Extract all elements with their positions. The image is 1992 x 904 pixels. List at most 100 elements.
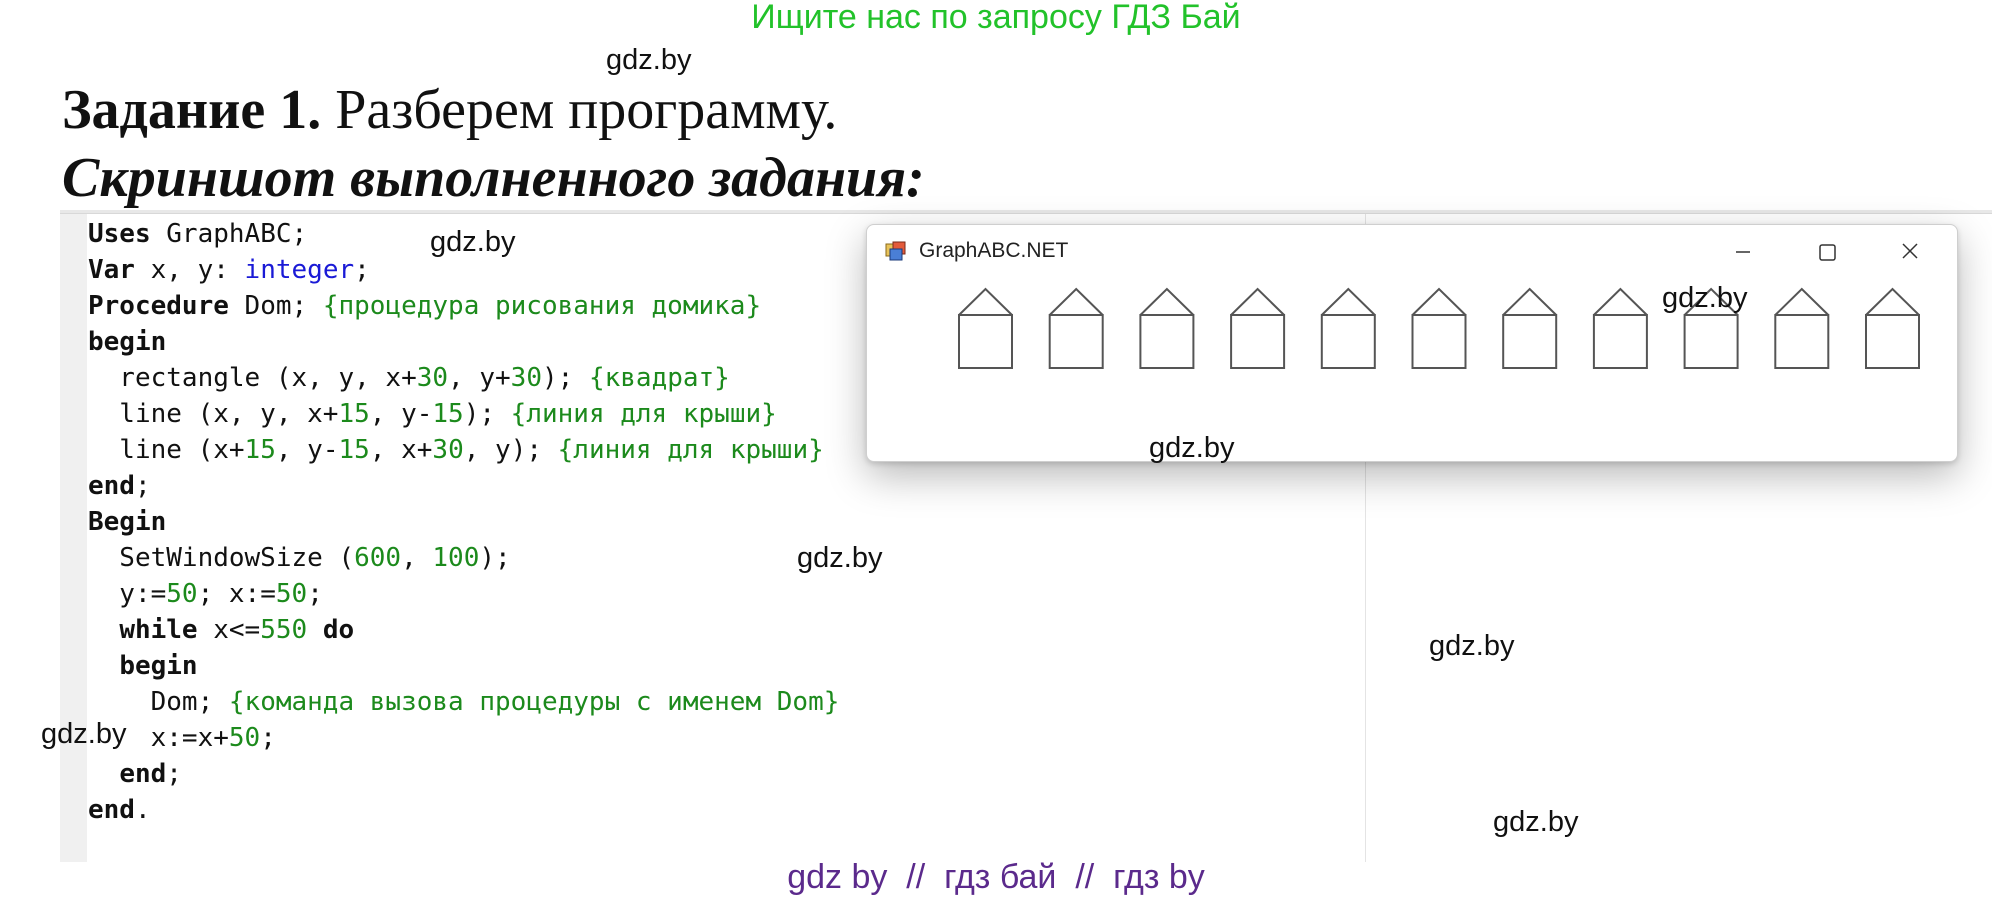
code-token: . <box>134 795 151 825</box>
code-token: , y); <box>463 435 558 465</box>
code-token: {квадрат} <box>588 363 730 393</box>
code-token: 30 <box>510 363 542 393</box>
code-token: ; <box>307 579 323 609</box>
code-token: , y+ <box>448 363 511 393</box>
code-token: x, y: <box>134 255 245 285</box>
code-token: {процедура рисования домика} <box>322 291 762 321</box>
task-number: Задание 1. <box>62 79 322 141</box>
house-drawing <box>1502 287 1558 369</box>
code-token: 15 <box>338 399 370 429</box>
code-token: end <box>119 759 167 789</box>
code-token: ; <box>134 471 151 501</box>
code-token: {линия для крыши} <box>557 435 824 465</box>
code-token: , y- <box>369 399 433 429</box>
code-listing[interactable]: Uses GraphABC; Var x, y: integer; Procedur… <box>88 216 839 828</box>
footer-watermark: gdz by // гдз бай // гдз by <box>787 858 1205 896</box>
code-line: begin <box>88 324 839 360</box>
code-token: Begin <box>88 507 167 537</box>
code-token: do <box>322 615 355 645</box>
code-line: rectangle (x, y, x+30, y+30); {квадрат} <box>88 360 839 396</box>
code-token: 50 <box>166 579 198 609</box>
code-token: x<= <box>197 615 261 645</box>
watermark: gdz.by <box>1662 282 1748 314</box>
house-drawing <box>1411 287 1467 369</box>
code-token: ); <box>479 543 511 573</box>
code-token: , <box>401 543 433 573</box>
code-line: line (x, y, x+15, y-15); {линия для крыш… <box>88 396 839 432</box>
drawing-canvas <box>958 287 1920 369</box>
close-icon[interactable] <box>1890 237 1930 267</box>
house-drawing <box>1320 287 1376 369</box>
code-token: 30 <box>416 363 449 393</box>
house-drawing <box>1048 287 1104 369</box>
code-token: Dom; <box>88 687 229 717</box>
house-drawing <box>1774 287 1830 369</box>
code-token: , x+ <box>369 435 433 465</box>
house-drawing <box>1865 287 1920 369</box>
app-icon <box>885 241 906 261</box>
code-token: rectangle (x, y, x+ <box>88 363 417 393</box>
code-token: ; <box>166 759 182 789</box>
code-token: 50 <box>228 723 261 753</box>
code-token: ; <box>354 255 370 285</box>
code-line: y:=50; x:=50; <box>88 576 839 612</box>
code-token: y:= <box>88 579 167 609</box>
code-line: Begin <box>88 504 839 540</box>
code-line: SetWindowSize (600, 100); <box>88 540 839 576</box>
code-token: {команда вызова процедуры с именем Dom} <box>228 687 840 717</box>
house-drawing <box>1139 287 1195 369</box>
code-token: end <box>88 471 135 501</box>
task-text: Разберем программу. <box>321 79 838 141</box>
code-line: x:=x+50; <box>88 720 839 756</box>
code-token: integer <box>244 255 355 285</box>
code-token: Uses <box>88 219 151 249</box>
watermark: gdz.by <box>606 44 692 76</box>
code-token: {линия для крыши} <box>510 399 777 429</box>
code-line: end. <box>88 792 839 828</box>
graphabc-window[interactable]: GraphABC.NET <box>866 224 1958 462</box>
code-line: Dom; {команда вызова процедуры с именем … <box>88 684 840 720</box>
code-token: begin <box>119 651 198 681</box>
code-line: while x<=550 do <box>88 612 839 648</box>
code-token: SetWindowSize ( <box>88 543 355 573</box>
house-drawing <box>1592 287 1648 369</box>
minimize-icon[interactable] <box>1723 237 1763 267</box>
code-token: 30 <box>432 435 464 465</box>
task-heading: Задание 1. Разберем программу. <box>62 78 837 142</box>
code-token: line (x+ <box>88 435 245 465</box>
code-token: ; <box>260 723 276 753</box>
code-line: begin <box>88 648 839 684</box>
code-token: 100 <box>432 543 480 573</box>
window-title: GraphABC.NET <box>919 239 1069 262</box>
code-token: line (x, y, x+ <box>88 399 339 429</box>
watermark: gdz.by <box>41 718 127 750</box>
code-line: Procedure Dom; {процедура рисования доми… <box>88 288 839 324</box>
code-line: line (x+15, y-15, x+30, y); {линия для к… <box>88 432 839 468</box>
watermark: gdz.by <box>1493 806 1579 838</box>
code-token: 550 <box>260 615 308 645</box>
code-token: , y- <box>275 435 339 465</box>
code-token: end <box>88 795 135 825</box>
code-token: GraphABC; <box>150 219 308 249</box>
code-token: while <box>119 615 198 645</box>
code-token: 15 <box>432 399 464 429</box>
maximize-icon[interactable] <box>1807 237 1847 267</box>
house-drawing <box>958 287 1013 369</box>
code-line: end; <box>88 468 839 504</box>
house-drawing <box>1230 287 1286 369</box>
code-token: 15 <box>244 435 276 465</box>
code-token: 15 <box>338 435 370 465</box>
watermark: gdz.by <box>1149 432 1235 464</box>
code-token: ); <box>541 363 589 393</box>
code-token: ); <box>463 399 511 429</box>
code-token: 50 <box>275 579 308 609</box>
code-token: Dom; <box>228 291 323 321</box>
code-token: Procedure <box>88 291 229 321</box>
code-token: begin <box>88 327 167 357</box>
promo-banner: Ищите нас по запросу ГДЗ Бай <box>751 0 1241 36</box>
code-token: Var <box>88 255 135 285</box>
